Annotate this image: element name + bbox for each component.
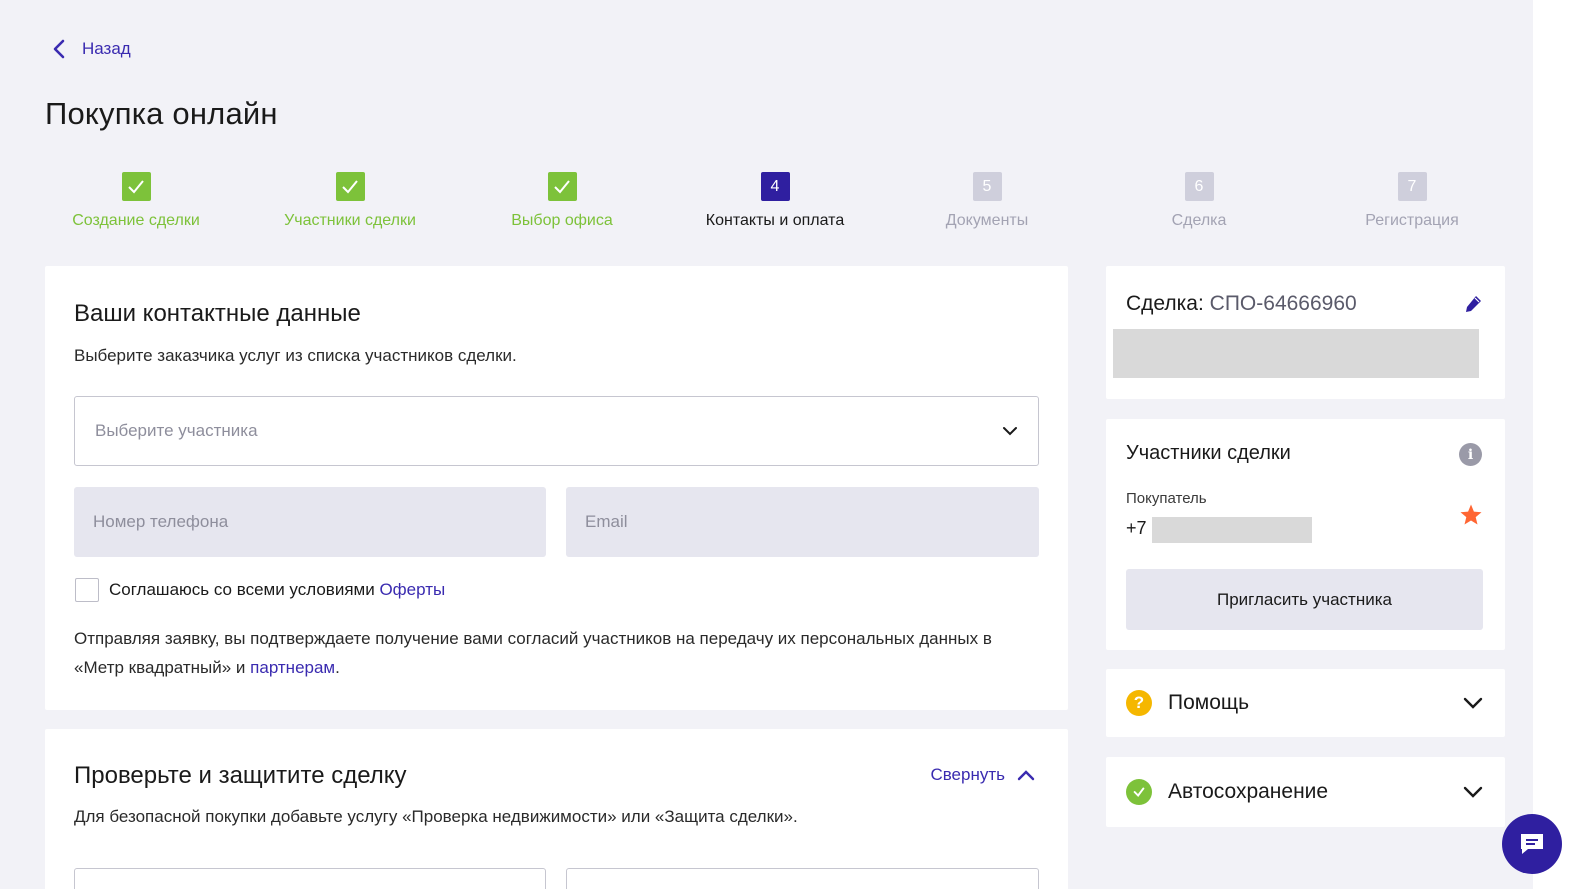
deal-card: Сделка: СПО-64666960 <box>1106 266 1505 399</box>
step-6: 6 Сделка <box>1093 172 1305 230</box>
step-2-check-icon <box>335 172 365 201</box>
participants-title: Участники сделки <box>1126 442 1291 464</box>
step-2[interactable]: Участники сделки <box>244 172 456 230</box>
step-5: 5 Документы <box>881 172 1093 230</box>
step-1[interactable]: Создание сделки <box>30 172 242 230</box>
offer-agree-checkbox[interactable] <box>75 578 99 602</box>
chevron-down-icon <box>1463 786 1483 798</box>
chat-icon <box>1521 834 1543 854</box>
offer-agree-row: Соглашаюсь со всеми условиями Оферты <box>75 578 445 602</box>
deal-title: Сделка: СПО-64666960 <box>1126 292 1357 316</box>
email-input-placeholder: Email <box>585 512 628 531</box>
contacts-title: Ваши контактные данные <box>74 300 361 327</box>
chevron-down-icon <box>1003 427 1017 436</box>
service-option-right[interactable] <box>566 868 1039 889</box>
phone-input[interactable]: Номер телефона <box>74 487 546 557</box>
phone-input-placeholder: Номер телефона <box>93 512 229 531</box>
step-3[interactable]: Выбор офиса <box>456 172 668 230</box>
offer-link[interactable]: Оферты <box>379 580 445 599</box>
autosave-label: Автосохранение <box>1168 780 1329 803</box>
step-7-number: 7 <box>1397 172 1427 201</box>
chat-button[interactable] <box>1502 814 1562 874</box>
step-4-number: 4 <box>760 172 790 201</box>
service-option-left[interactable] <box>74 868 546 889</box>
step-5-number: 5 <box>972 172 1002 201</box>
autosave-accordion[interactable]: Автосохранение <box>1106 757 1505 827</box>
step-2-label: Участники сделки <box>284 212 416 229</box>
consent-text: Отправляя заявку, вы подтверждаете получ… <box>74 629 992 677</box>
chevron-up-icon <box>1017 770 1035 781</box>
protect-deal-card: Проверьте и защитите сделку Свернуть Для… <box>45 729 1068 889</box>
info-icon[interactable]: i <box>1459 443 1482 466</box>
step-5-label: Документы <box>945 212 1029 229</box>
participants-card: Участники сделки i Покупатель +7 Приглас… <box>1106 419 1505 650</box>
check-circle-icon <box>1126 779 1152 805</box>
step-1-label: Создание сделки <box>72 212 200 229</box>
step-3-label: Выбор офиса <box>511 212 613 229</box>
step-4-label: Контакты и оплата <box>705 212 845 229</box>
redacted-phone <box>1152 517 1312 543</box>
back-link[interactable]: Назад <box>50 38 131 60</box>
help-label: Помощь <box>1168 691 1250 714</box>
deal-label: Сделка: <box>1126 292 1204 315</box>
help-row[interactable]: ? Помощь <box>1126 669 1483 737</box>
consent-text-block: Отправляя заявку, вы подтверждаете получ… <box>74 624 1034 682</box>
step-4[interactable]: 4 Контакты и оплата <box>669 172 881 230</box>
participant-phone-prefix: +7 <box>1126 518 1147 538</box>
step-6-number: 6 <box>1184 172 1214 201</box>
invite-participant-button[interactable]: Пригласить участника <box>1126 569 1483 630</box>
step-7: 7 Регистрация <box>1306 172 1518 230</box>
partners-link[interactable]: партнерам <box>250 658 335 677</box>
back-label: Назад <box>82 39 131 58</box>
step-7-label: Регистрация <box>1365 212 1459 229</box>
offer-agree-text: Соглашаюсь со всеми условиями <box>109 580 375 599</box>
step-6-label: Сделка <box>1171 212 1227 229</box>
stepper: Создание сделки Участники сделки Выбор о… <box>30 172 1518 236</box>
participant-select-placeholder: Выберите участника <box>95 421 258 440</box>
redacted-address <box>1113 329 1479 378</box>
contacts-subtitle: Выберите заказчика услуг из списка участ… <box>74 346 517 365</box>
step-1-check-icon <box>121 172 151 201</box>
contacts-card: Ваши контактные данные Выберите заказчик… <box>45 266 1068 710</box>
autosave-row[interactable]: Автосохранение <box>1126 757 1483 827</box>
collapse-toggle[interactable]: Свернуть <box>930 765 1035 785</box>
consent-end: . <box>335 658 340 677</box>
protect-title: Проверьте и защитите сделку <box>74 762 407 789</box>
chevron-left-icon <box>53 39 65 59</box>
help-accordion[interactable]: ? Помощь <box>1106 669 1505 737</box>
question-icon: ? <box>1126 690 1152 716</box>
deal-number: СПО-64666960 <box>1209 292 1357 315</box>
pencil-icon[interactable] <box>1463 294 1483 314</box>
star-icon <box>1460 504 1482 525</box>
chevron-down-icon <box>1463 697 1483 709</box>
page-title: Покупка онлайн <box>45 96 278 131</box>
protect-subtitle: Для безопасной покупки добавьте услугу «… <box>74 807 798 826</box>
email-input[interactable]: Email <box>566 487 1039 557</box>
participant-select[interactable]: Выберите участника <box>74 396 1039 466</box>
step-3-check-icon <box>547 172 577 201</box>
page-background: Назад Покупка онлайн Создание сделки Уча… <box>0 0 1533 889</box>
collapse-label: Свернуть <box>930 765 1005 784</box>
participant-role: Покупатель <box>1126 490 1207 507</box>
